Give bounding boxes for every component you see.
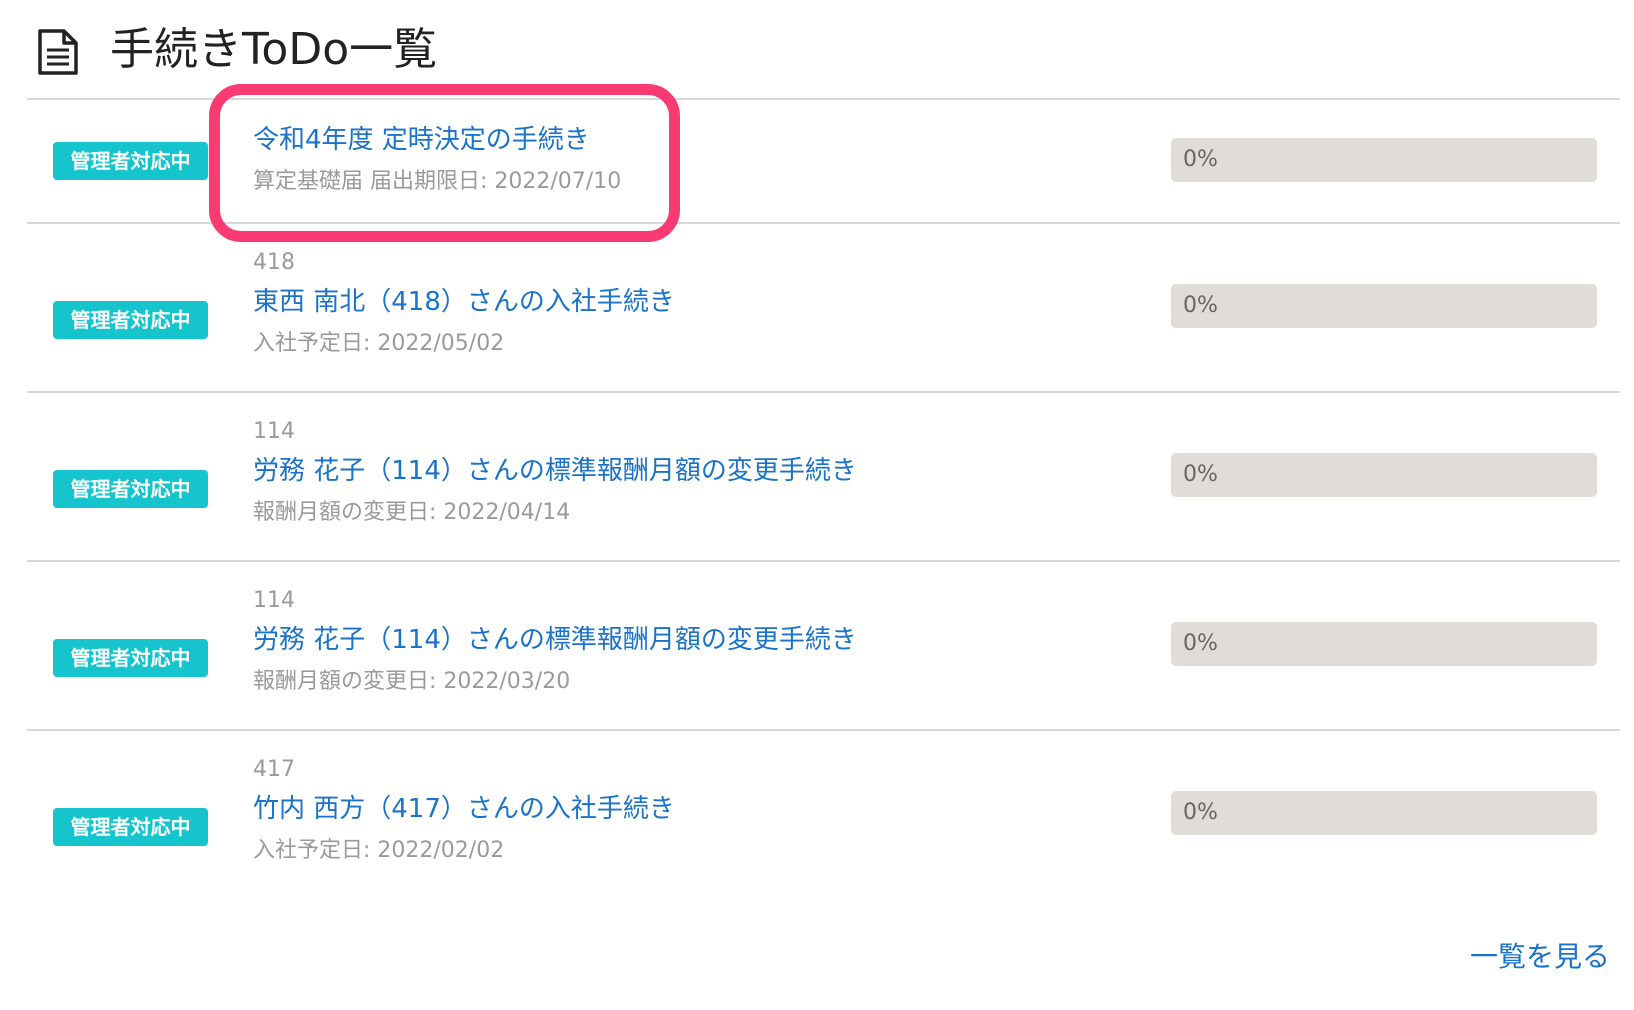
progress-label: 0% bbox=[1183, 800, 1218, 825]
page-header: 手続きToDo一覧 bbox=[0, 0, 1634, 100]
progress-bar: 0% bbox=[1171, 453, 1597, 497]
status-badge: 管理者対応中 bbox=[53, 301, 208, 339]
progress-bar: 0% bbox=[1171, 791, 1597, 835]
status-badge: 管理者対応中 bbox=[53, 639, 208, 677]
todo-detail: 報酬月額の変更日: 2022/04/14 bbox=[253, 500, 571, 525]
todo-list: 管理者対応中 令和4年度 定時決定の手続き 算定基礎届 届出期限日: 2022/… bbox=[27, 98, 1620, 898]
document-icon bbox=[38, 29, 78, 75]
progress-label: 0% bbox=[1183, 147, 1218, 172]
todo-row: 管理者対応中 114 労務 花子（114）さんの標準報酬月額の変更手続き 報酬月… bbox=[27, 391, 1620, 560]
todo-row: 管理者対応中 417 竹内 西方（417）さんの入社手続き 入社予定日: 202… bbox=[27, 729, 1620, 898]
todo-title-link[interactable]: 労務 花子（114）さんの標準報酬月額の変更手続き bbox=[253, 449, 857, 493]
progress-label: 0% bbox=[1183, 293, 1218, 318]
todo-content: 418 東西 南北（418）さんの入社手続き 入社予定日: 2022/05/02 bbox=[253, 246, 675, 364]
todo-detail: 入社予定日: 2022/05/02 bbox=[253, 331, 505, 356]
status-badge: 管理者対応中 bbox=[53, 470, 208, 508]
todo-title-link[interactable]: 竹内 西方（417）さんの入社手続き bbox=[253, 787, 675, 831]
employee-number: 417 bbox=[253, 757, 295, 782]
todo-title-link[interactable]: 東西 南北（418）さんの入社手続き bbox=[253, 280, 675, 324]
progress-bar: 0% bbox=[1171, 284, 1597, 328]
todo-content: 114 労務 花子（114）さんの標準報酬月額の変更手続き 報酬月額の変更日: … bbox=[253, 415, 857, 533]
employee-number: 418 bbox=[253, 250, 295, 275]
todo-detail: 報酬月額の変更日: 2022/03/20 bbox=[253, 669, 571, 694]
employee-number: 114 bbox=[253, 419, 295, 444]
todo-row: 管理者対応中 114 労務 花子（114）さんの標準報酬月額の変更手続き 報酬月… bbox=[27, 560, 1620, 729]
todo-detail: 入社予定日: 2022/02/02 bbox=[253, 838, 505, 863]
todo-content: 417 竹内 西方（417）さんの入社手続き 入社予定日: 2022/02/02 bbox=[253, 753, 675, 871]
todo-row: 管理者対応中 令和4年度 定時決定の手続き 算定基礎届 届出期限日: 2022/… bbox=[27, 98, 1620, 222]
todo-content: 114 労務 花子（114）さんの標準報酬月額の変更手続き 報酬月額の変更日: … bbox=[253, 584, 857, 702]
todo-row: 管理者対応中 418 東西 南北（418）さんの入社手続き 入社予定日: 202… bbox=[27, 222, 1620, 391]
todo-detail: 算定基礎届 届出期限日: 2022/07/10 bbox=[253, 169, 622, 194]
progress-bar: 0% bbox=[1171, 622, 1597, 666]
page-title: 手続きToDo一覧 bbox=[110, 24, 438, 75]
progress-label: 0% bbox=[1183, 631, 1218, 656]
todo-content: 令和4年度 定時決定の手続き 算定基礎届 届出期限日: 2022/07/10 bbox=[253, 118, 621, 202]
employee-number: 114 bbox=[253, 588, 295, 613]
status-badge: 管理者対応中 bbox=[53, 808, 208, 846]
progress-label: 0% bbox=[1183, 462, 1218, 487]
status-badge: 管理者対応中 bbox=[53, 142, 208, 180]
view-all-link[interactable]: 一覧を見る bbox=[1470, 935, 1610, 975]
todo-title-link[interactable]: 労務 花子（114）さんの標準報酬月額の変更手続き bbox=[253, 618, 857, 662]
todo-title-link[interactable]: 令和4年度 定時決定の手続き bbox=[253, 118, 590, 162]
progress-bar: 0% bbox=[1171, 138, 1597, 182]
